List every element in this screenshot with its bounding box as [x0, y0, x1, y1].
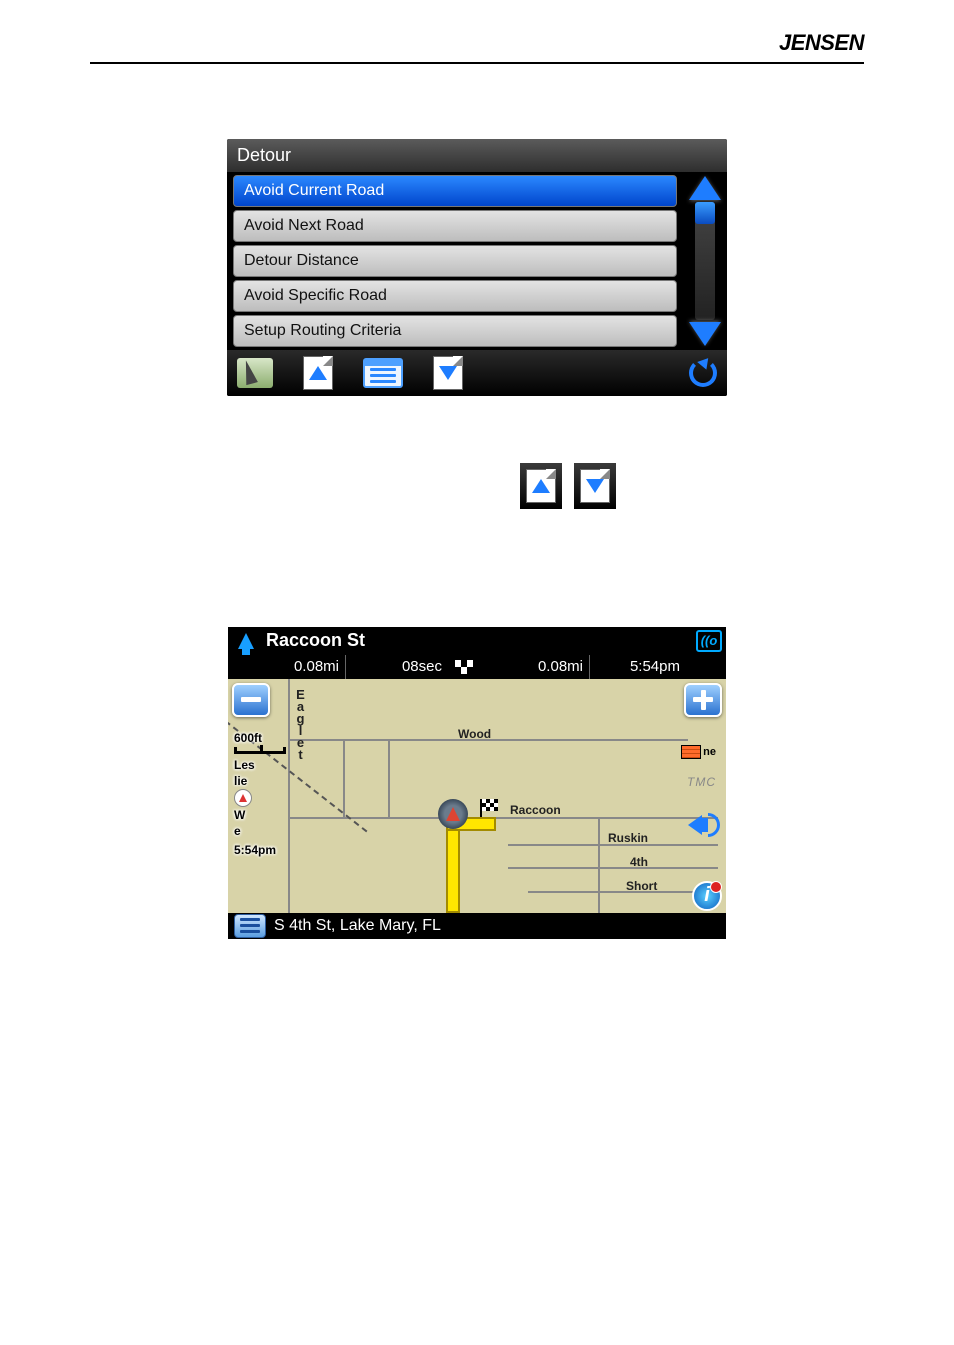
page-header: VX7020 JENSEN [90, 30, 864, 64]
triangle-down-icon [439, 366, 457, 380]
street-label-short: Short [626, 879, 657, 893]
detour-menu-screenshot: Detour Avoid Current Road Avoid Next Roa… [227, 139, 727, 396]
avoid-current-body: Highlight "Avoid Current Road" using the… [90, 473, 864, 514]
brand-logo: JENSEN [779, 30, 864, 56]
street-label-raccoon: Raccoon [510, 803, 561, 817]
detour-menu-title: Detour [227, 139, 727, 172]
eta-time: 5:54pm [590, 655, 686, 679]
detour-intro-text: The Detour function displays a list of o… [90, 111, 864, 131]
current-location-label: S 4th St, Lake Mary, FL [274, 917, 441, 935]
destination-flag-icon [448, 655, 480, 679]
menu-item-setup-routing[interactable]: Setup Routing Criteria [233, 315, 677, 347]
map-scale: 600ft [234, 731, 286, 754]
trip-distance: 0.08mi [480, 655, 590, 679]
next-road-label: Raccoon St [266, 630, 690, 651]
time-to-turn: 08sec [346, 655, 448, 679]
section-heading-detour: Detour [90, 82, 864, 103]
map-button-icon[interactable] [237, 358, 273, 388]
triangle-up-icon [309, 366, 327, 380]
solar-indicator: ne [681, 745, 716, 759]
menu-item-detour-distance[interactable]: Detour Distance [233, 245, 677, 277]
refresh-button-icon[interactable] [689, 359, 717, 387]
main-menu-button[interactable] [234, 914, 266, 938]
page-up-button[interactable] [303, 356, 333, 390]
compass-icon [234, 789, 252, 807]
scroll-down-icon[interactable] [689, 322, 721, 346]
inline-page-down-icon [580, 469, 610, 503]
avoid-next-body: Highlight "Avoid Next Road" and then tap… [90, 558, 864, 619]
menu-item-avoid-current[interactable]: Avoid Current Road [233, 175, 677, 207]
model-title: VX7020 [90, 33, 154, 54]
street-label-ruskin: Ruskin [608, 831, 648, 845]
avoid-current-heading: Avoiding the Current Road [90, 447, 864, 465]
scroll-up-icon[interactable] [689, 176, 721, 200]
street-label-eaglet: Eaglet [293, 687, 308, 759]
zoom-out-button[interactable] [232, 683, 270, 717]
scrollbar-thumb[interactable] [695, 202, 715, 224]
page-down-button[interactable] [433, 356, 463, 390]
left-info-stack: Les lie W e 5:54pm [234, 757, 276, 859]
distance-to-turn: 0.08mi [228, 655, 346, 679]
turn-arrow-icon[interactable] [232, 628, 260, 654]
tmc-label: TMC [687, 775, 716, 789]
gps-signal-icon[interactable]: ((o [696, 630, 722, 652]
speaker-icon[interactable] [688, 811, 720, 839]
page-number: 39 [90, 969, 864, 986]
inline-page-up-icon [526, 469, 556, 503]
avoid-next-heading: Avoiding the Next Road [90, 532, 864, 550]
street-label-wood: Wood [458, 727, 491, 741]
menu-item-avoid-specific[interactable]: Avoid Specific Road [233, 280, 677, 312]
detour-method-lead: You can choose any of the following meth… [90, 416, 864, 433]
list-view-button[interactable] [363, 358, 403, 388]
menu-item-avoid-next[interactable]: Avoid Next Road [233, 210, 677, 242]
destination-flag [480, 799, 482, 817]
map-preview-screenshot: Raccoon St ((o 0.08mi 08sec 0.08mi 5:54p… [228, 627, 726, 939]
vehicle-cursor-icon [438, 799, 468, 829]
map-canvas[interactable]: Eaglet Wood Raccoon Ruskin 4th Short 600… [228, 679, 726, 913]
zoom-in-button[interactable] [684, 683, 722, 717]
street-label-4th: 4th [630, 855, 648, 869]
scrollbar-track[interactable] [695, 202, 715, 320]
info-button-icon[interactable]: i [692, 881, 722, 911]
